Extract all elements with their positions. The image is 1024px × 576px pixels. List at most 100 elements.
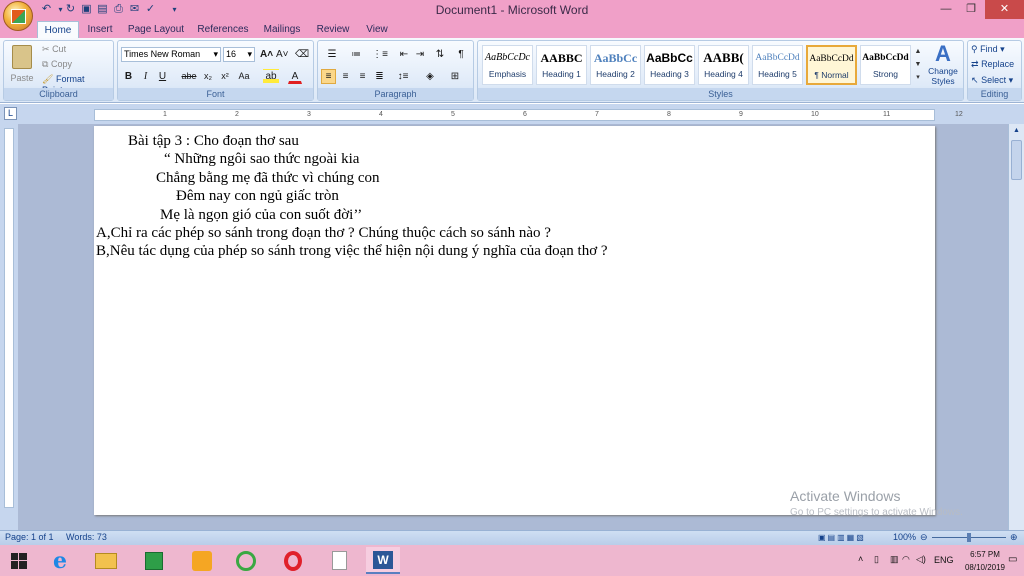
doc-line: Mẹ là ngọn gió của con suốt đời’’ bbox=[160, 207, 363, 223]
select-button[interactable]: ↖ Select ▾ bbox=[971, 75, 1013, 86]
strikethrough-button[interactable]: abe bbox=[180, 69, 198, 84]
replace-button[interactable]: ⇄ Replace bbox=[971, 59, 1014, 70]
style-heading-3[interactable]: AaBbCc Heading 3 bbox=[644, 45, 695, 85]
zoom-level[interactable]: 100% bbox=[893, 532, 916, 543]
ruler-number: 8 bbox=[667, 111, 671, 118]
copy-button[interactable]: ⧉ Copy bbox=[42, 59, 72, 70]
numbering-icon[interactable]: ≔ bbox=[345, 47, 367, 62]
email-icon[interactable]: ✉ bbox=[128, 3, 141, 16]
store-icon[interactable] bbox=[137, 547, 171, 574]
decrease-indent-icon[interactable]: ⇤ bbox=[397, 47, 411, 62]
clock[interactable]: 6:57 PM 08/10/2019 bbox=[962, 548, 1008, 574]
restore-button[interactable]: ❐ bbox=[960, 0, 982, 19]
scrollbar-thumb[interactable] bbox=[1011, 140, 1022, 180]
doc-line: Bài tập 3 : Cho đoạn thơ sau bbox=[128, 133, 299, 149]
underline-button[interactable]: U bbox=[156, 69, 169, 84]
notification-icon[interactable]: ▭ bbox=[1008, 553, 1017, 566]
minimize-button[interactable]: — bbox=[935, 0, 957, 19]
opera-icon[interactable] bbox=[276, 547, 310, 574]
styles-scroll[interactable]: ▲ ▼ ▾ bbox=[913, 45, 923, 85]
shading-icon[interactable]: ◈ bbox=[420, 69, 440, 84]
subscript-button[interactable]: x₂ bbox=[201, 69, 215, 84]
tab-page-layout[interactable]: Page Layout bbox=[126, 21, 186, 38]
volume-icon[interactable]: ◁) bbox=[916, 553, 926, 566]
language-indicator[interactable]: ENG bbox=[934, 554, 954, 567]
style-heading-2[interactable]: AaBbCc Heading 2 bbox=[590, 45, 641, 85]
style-heading-4[interactable]: AABB(Heading 4 bbox=[698, 45, 749, 85]
style-normal[interactable]: AaBbCcDd ¶ Normal bbox=[806, 45, 857, 85]
undo-icon[interactable]: ↶ bbox=[40, 3, 53, 16]
borders-icon[interactable]: ⊞ bbox=[445, 69, 465, 84]
font-color-button[interactable]: A bbox=[288, 69, 302, 84]
doc-line: Đêm nay con ngủ giấc tròn bbox=[176, 188, 339, 204]
customize-qat-icon[interactable]: ▾ bbox=[168, 3, 181, 16]
highlight-icon[interactable]: ab bbox=[263, 69, 279, 84]
tab-insert[interactable]: Insert bbox=[82, 21, 118, 38]
page-count[interactable]: Page: 1 of 1 bbox=[5, 532, 54, 543]
open-icon[interactable]: ▤ bbox=[96, 3, 109, 16]
spelling-icon[interactable]: ✓ bbox=[144, 3, 157, 16]
line-spacing-icon[interactable]: ↕≡ bbox=[393, 69, 413, 84]
cut-button[interactable]: ✂ Cut bbox=[42, 44, 66, 55]
bold-button[interactable]: B bbox=[122, 69, 135, 84]
change-styles-button[interactable]: A Change Styles bbox=[925, 42, 961, 88]
tab-references[interactable]: References bbox=[194, 21, 252, 38]
zoom-out-icon[interactable]: ⊖ bbox=[920, 532, 928, 543]
file-icon[interactable] bbox=[322, 547, 356, 574]
tab-selector-icon[interactable]: L bbox=[4, 107, 17, 120]
style-heading-1[interactable]: AABBC Heading 1 bbox=[536, 45, 587, 85]
vertical-scrollbar[interactable]: ▲ bbox=[1008, 124, 1024, 530]
zoom-in-icon[interactable]: ⊕ bbox=[1010, 532, 1018, 543]
horizontal-ruler[interactable] bbox=[94, 109, 935, 121]
align-left-icon[interactable]: ≡ bbox=[321, 69, 336, 84]
file-explorer-icon[interactable] bbox=[89, 547, 123, 574]
word-count[interactable]: Words: 73 bbox=[66, 532, 107, 543]
pilcrow-icon[interactable]: ¶ bbox=[454, 47, 468, 62]
close-button[interactable]: ✕ bbox=[985, 0, 1024, 19]
tab-review[interactable]: Review bbox=[312, 21, 354, 38]
battery-icon[interactable]: ▥ bbox=[890, 553, 899, 566]
justify-icon[interactable]: ≣ bbox=[372, 69, 387, 84]
zoom-slider-thumb[interactable] bbox=[967, 533, 971, 542]
style-heading-5[interactable]: AaBbCcDd Heading 5 bbox=[752, 45, 803, 85]
style-strong[interactable]: AaBbCcDd Strong bbox=[860, 45, 911, 85]
superscript-button[interactable]: x² bbox=[218, 69, 232, 84]
font-size-combo[interactable]: 16 ▾ bbox=[223, 47, 255, 62]
multilevel-list-icon[interactable]: ⋮≡ bbox=[369, 47, 391, 62]
styles-label: Styles bbox=[478, 88, 963, 100]
word-taskbar-icon[interactable]: W bbox=[366, 547, 400, 574]
font-name-combo[interactable]: Times New Roman ▾ bbox=[121, 47, 221, 62]
redo-icon[interactable]: ↻ bbox=[64, 3, 77, 16]
app-icon[interactable] bbox=[185, 547, 219, 574]
document-page[interactable]: Bài tập 3 : Cho đoạn thơ sau “ Những ngô… bbox=[94, 126, 935, 515]
change-case-button[interactable]: Aa bbox=[236, 69, 252, 84]
office-button[interactable] bbox=[3, 1, 33, 31]
replace-icon: ⇄ bbox=[971, 59, 979, 69]
view-buttons[interactable]: ▣▤▥▦▧ bbox=[818, 532, 888, 543]
windows-start-icon[interactable] bbox=[2, 547, 36, 574]
wifi-icon[interactable]: ◠ bbox=[902, 553, 910, 566]
save-icon[interactable]: ▣ bbox=[80, 3, 93, 16]
increase-indent-icon[interactable]: ⇥ bbox=[413, 47, 427, 62]
align-center-icon[interactable]: ≡ bbox=[338, 69, 353, 84]
tray-chevron-icon[interactable]: ˄ bbox=[858, 553, 863, 566]
align-right-icon[interactable]: ≡ bbox=[355, 69, 370, 84]
scroll-up-icon[interactable]: ▲ bbox=[1009, 124, 1024, 138]
italic-button[interactable]: I bbox=[139, 69, 152, 84]
sort-icon[interactable]: ⇅ bbox=[432, 47, 448, 62]
paste-button[interactable]: Paste bbox=[8, 43, 36, 89]
network-icon[interactable]: ▯ bbox=[874, 553, 879, 566]
tab-home[interactable]: Home bbox=[37, 21, 79, 38]
binoculars-icon: ⚲ bbox=[971, 44, 978, 54]
grow-font-icon[interactable]: A˄ bbox=[259, 47, 273, 62]
bullets-icon[interactable]: ☰ bbox=[321, 47, 343, 62]
coccoc-browser-icon[interactable] bbox=[229, 547, 263, 574]
shrink-font-icon[interactable]: A˅ bbox=[275, 47, 289, 62]
clear-formatting-icon[interactable]: ⌫ bbox=[294, 47, 310, 62]
tab-mailings[interactable]: Mailings bbox=[260, 21, 304, 38]
tab-view[interactable]: View bbox=[362, 21, 392, 38]
style-emphasis[interactable]: AaBbCcDc Emphasis bbox=[482, 45, 533, 85]
internet-explorer-icon[interactable]: e bbox=[43, 547, 77, 574]
print-icon[interactable]: ⎙ bbox=[112, 3, 125, 16]
find-button[interactable]: ⚲ Find ▾ bbox=[971, 44, 1005, 55]
